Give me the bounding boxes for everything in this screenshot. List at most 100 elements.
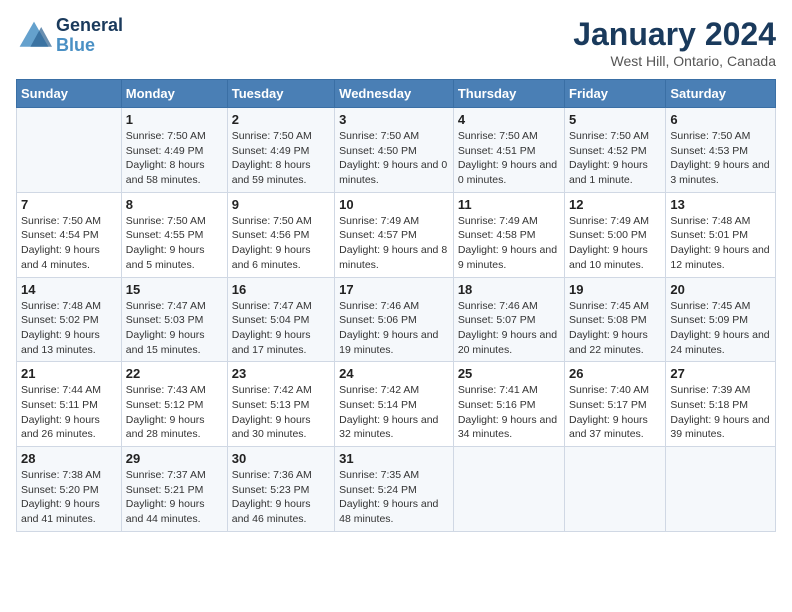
day-info: Sunrise: 7:46 AMSunset: 5:06 PMDaylight:… [339, 299, 449, 358]
calendar-cell: 5 Sunrise: 7:50 AMSunset: 4:52 PMDaylight… [565, 108, 666, 193]
day-info: Sunrise: 7:35 AMSunset: 5:24 PMDaylight:… [339, 468, 449, 527]
calendar-cell: 26Sunrise: 7:40 AMSunset: 5:17 PMDayligh… [565, 362, 666, 447]
day-info: Sunrise: 7:45 AMSunset: 5:08 PMDaylight:… [569, 299, 661, 358]
calendar-cell: 1 Sunrise: 7:50 AMSunset: 4:49 PMDaylight… [121, 108, 227, 193]
day-info: Sunrise: 7:50 AMSunset: 4:50 PMDaylight:… [339, 129, 449, 188]
calendar-cell: 18Sunrise: 7:46 AMSunset: 5:07 PMDayligh… [453, 277, 564, 362]
day-info: Sunrise: 7:44 AMSunset: 5:11 PMDaylight:… [21, 383, 117, 442]
day-number: 10 [339, 197, 449, 212]
calendar-cell: 30 Sunrise: 7:36 AMSunset: 5:23 PMDayligh… [227, 447, 334, 532]
calendar-cell: 6Sunrise: 7:50 AMSunset: 4:53 PMDaylight… [666, 108, 776, 193]
day-info: Sunrise: 7:50 AMSunset: 4:53 PMDaylight:… [670, 129, 771, 188]
week-row-3: 14 Sunrise: 7:48 AMSunset: 5:02 PMDayligh… [17, 277, 776, 362]
week-row-5: 28 Sunrise: 7:38 AMSunset: 5:20 PMDayligh… [17, 447, 776, 532]
day-info: Sunrise: 7:37 AMSunset: 5:21 PMDaylight:… [126, 468, 223, 527]
day-info: Sunrise: 7:39 AMSunset: 5:18 PMDaylight:… [670, 383, 771, 442]
calendar-cell: 21 Sunrise: 7:44 AMSunset: 5:11 PMDayligh… [17, 362, 122, 447]
day-info: Sunrise: 7:50 AMSunset: 4:49 PMDaylight:… [126, 129, 223, 188]
day-number: 11 [458, 197, 560, 212]
day-number: 4 [458, 112, 560, 127]
day-number: 14 [21, 282, 117, 297]
day-number: 13 [670, 197, 771, 212]
day-number: 30 [232, 451, 330, 466]
day-info: Sunrise: 7:41 AMSunset: 5:16 PMDaylight:… [458, 383, 560, 442]
calendar-cell: 28 Sunrise: 7:38 AMSunset: 5:20 PMDayligh… [17, 447, 122, 532]
calendar-cell: 29Sunrise: 7:37 AMSunset: 5:21 PMDayligh… [121, 447, 227, 532]
calendar-cell: 2 Sunrise: 7:50 AMSunset: 4:49 PMDaylight… [227, 108, 334, 193]
day-number: 21 [21, 366, 117, 381]
calendar-cell [565, 447, 666, 532]
day-number: 24 [339, 366, 449, 381]
calendar-cell [453, 447, 564, 532]
day-number: 16 [232, 282, 330, 297]
calendar-cell: 9 Sunrise: 7:50 AMSunset: 4:56 PMDaylight… [227, 192, 334, 277]
main-title: January 2024 [573, 16, 776, 53]
day-info: Sunrise: 7:42 AMSunset: 5:13 PMDaylight:… [232, 383, 330, 442]
calendar-cell: 4Sunrise: 7:50 AMSunset: 4:51 PMDaylight… [453, 108, 564, 193]
calendar-cell: 14 Sunrise: 7:48 AMSunset: 5:02 PMDayligh… [17, 277, 122, 362]
day-info: Sunrise: 7:49 AMSunset: 4:58 PMDaylight:… [458, 214, 560, 273]
logo-icon [16, 18, 52, 54]
week-row-4: 21 Sunrise: 7:44 AMSunset: 5:11 PMDayligh… [17, 362, 776, 447]
day-info: Sunrise: 7:48 AMSunset: 5:01 PMDaylight:… [670, 214, 771, 273]
logo-text: General Blue [56, 16, 123, 56]
day-info: Sunrise: 7:50 AMSunset: 4:49 PMDaylight:… [232, 129, 330, 188]
subtitle: West Hill, Ontario, Canada [573, 53, 776, 69]
logo-line2: Blue [56, 35, 95, 55]
day-info: Sunrise: 7:48 AMSunset: 5:02 PMDaylight:… [21, 299, 117, 358]
weekday-header-saturday: Saturday [666, 80, 776, 108]
day-number: 7 [21, 197, 117, 212]
day-number: 1 [126, 112, 223, 127]
calendar-cell: 27 Sunrise: 7:39 AMSunset: 5:18 PMDayligh… [666, 362, 776, 447]
day-info: Sunrise: 7:50 AMSunset: 4:56 PMDaylight:… [232, 214, 330, 273]
day-info: Sunrise: 7:36 AMSunset: 5:23 PMDaylight:… [232, 468, 330, 527]
title-area: January 2024 West Hill, Ontario, Canada [573, 16, 776, 69]
calendar-cell: 19 Sunrise: 7:45 AMSunset: 5:08 PMDayligh… [565, 277, 666, 362]
day-info: Sunrise: 7:38 AMSunset: 5:20 PMDaylight:… [21, 468, 117, 527]
day-info: Sunrise: 7:50 AMSunset: 4:52 PMDaylight:… [569, 129, 661, 188]
calendar-table: SundayMondayTuesdayWednesdayThursdayFrid… [16, 79, 776, 532]
calendar-cell: 24Sunrise: 7:42 AMSunset: 5:14 PMDayligh… [335, 362, 454, 447]
day-number: 15 [126, 282, 223, 297]
calendar-cell: 12 Sunrise: 7:49 AMSunset: 5:00 PMDayligh… [565, 192, 666, 277]
weekday-header-tuesday: Tuesday [227, 80, 334, 108]
day-number: 25 [458, 366, 560, 381]
day-number: 19 [569, 282, 661, 297]
day-number: 22 [126, 366, 223, 381]
day-number: 31 [339, 451, 449, 466]
weekday-header-row: SundayMondayTuesdayWednesdayThursdayFrid… [17, 80, 776, 108]
day-number: 28 [21, 451, 117, 466]
day-number: 9 [232, 197, 330, 212]
calendar-cell: 15 Sunrise: 7:47 AMSunset: 5:03 PMDayligh… [121, 277, 227, 362]
day-info: Sunrise: 7:47 AMSunset: 5:03 PMDaylight:… [126, 299, 223, 358]
calendar-cell: 11 Sunrise: 7:49 AMSunset: 4:58 PMDayligh… [453, 192, 564, 277]
calendar-cell: 7 Sunrise: 7:50 AMSunset: 4:54 PMDaylight… [17, 192, 122, 277]
day-info: Sunrise: 7:50 AMSunset: 4:54 PMDaylight:… [21, 214, 117, 273]
calendar-cell: 13 Sunrise: 7:48 AMSunset: 5:01 PMDayligh… [666, 192, 776, 277]
day-number: 20 [670, 282, 771, 297]
day-number: 12 [569, 197, 661, 212]
page-header: General Blue January 2024 West Hill, Ont… [16, 16, 776, 69]
day-number: 27 [670, 366, 771, 381]
day-number: 23 [232, 366, 330, 381]
weekday-header-thursday: Thursday [453, 80, 564, 108]
day-number: 17 [339, 282, 449, 297]
calendar-cell: 25 Sunrise: 7:41 AMSunset: 5:16 PMDayligh… [453, 362, 564, 447]
day-info: Sunrise: 7:47 AMSunset: 5:04 PMDaylight:… [232, 299, 330, 358]
calendar-cell: 17 Sunrise: 7:46 AMSunset: 5:06 PMDayligh… [335, 277, 454, 362]
day-number: 5 [569, 112, 661, 127]
calendar-cell: 20 Sunrise: 7:45 AMSunset: 5:09 PMDayligh… [666, 277, 776, 362]
weekday-header-friday: Friday [565, 80, 666, 108]
weekday-header-sunday: Sunday [17, 80, 122, 108]
day-number: 2 [232, 112, 330, 127]
day-number: 26 [569, 366, 661, 381]
calendar-cell: 16 Sunrise: 7:47 AMSunset: 5:04 PMDayligh… [227, 277, 334, 362]
day-number: 3 [339, 112, 449, 127]
day-info: Sunrise: 7:45 AMSunset: 5:09 PMDaylight:… [670, 299, 771, 358]
logo: General Blue [16, 16, 123, 56]
weekday-header-monday: Monday [121, 80, 227, 108]
calendar-cell [17, 108, 122, 193]
calendar-cell: 31 Sunrise: 7:35 AMSunset: 5:24 PMDayligh… [335, 447, 454, 532]
calendar-cell [666, 447, 776, 532]
day-info: Sunrise: 7:49 AMSunset: 5:00 PMDaylight:… [569, 214, 661, 273]
